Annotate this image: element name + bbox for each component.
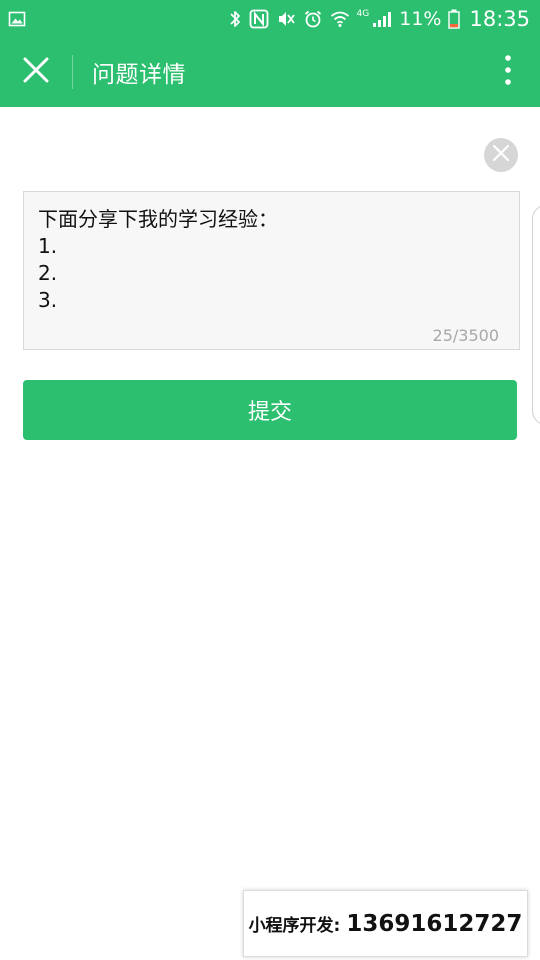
clear-button[interactable] (484, 138, 518, 172)
network-type: 4G (356, 8, 370, 19)
promo-label: 小程序开发: (248, 916, 341, 936)
image-icon (8, 10, 26, 28)
nav-bar: 问题详情 (0, 37, 540, 107)
page-title: 问题详情 (92, 62, 186, 88)
textarea-content[interactable]: 下面分享下我的学习经验： 1. 2. 3. (38, 206, 505, 314)
close-icon (23, 57, 49, 87)
status-right: 4G 11% 18:35 (228, 7, 530, 31)
screen: 4G 11% 18:35 问题详情 下面分享下我的学习经验： 1. 2. 3. … (0, 0, 540, 960)
promo-badge: 小程序开发: 13691612727 (243, 890, 528, 957)
battery-icon (448, 9, 461, 29)
status-left (8, 10, 26, 28)
mute-icon (276, 9, 296, 29)
nfc-icon (249, 9, 269, 29)
side-panel-edge (532, 205, 540, 425)
char-counter: 25/3500 (432, 326, 499, 345)
nav-divider (72, 55, 73, 89)
bluetooth-icon (228, 9, 242, 29)
status-bar: 4G 11% 18:35 (0, 0, 540, 37)
close-button[interactable] (0, 37, 72, 107)
promo-phone: 13691612727 (346, 910, 523, 937)
more-button[interactable] (498, 54, 518, 90)
alarm-icon (303, 9, 323, 29)
battery-percent: 11% (399, 7, 442, 30)
submit-button[interactable]: 提交 (23, 380, 517, 440)
signal-icon (372, 10, 392, 28)
more-icon (505, 55, 511, 89)
question-textarea[interactable]: 下面分享下我的学习经验： 1. 2. 3. 25/3500 (23, 191, 520, 350)
clear-icon (492, 144, 510, 166)
status-time: 18:35 (469, 6, 530, 31)
wifi-icon (330, 10, 350, 28)
